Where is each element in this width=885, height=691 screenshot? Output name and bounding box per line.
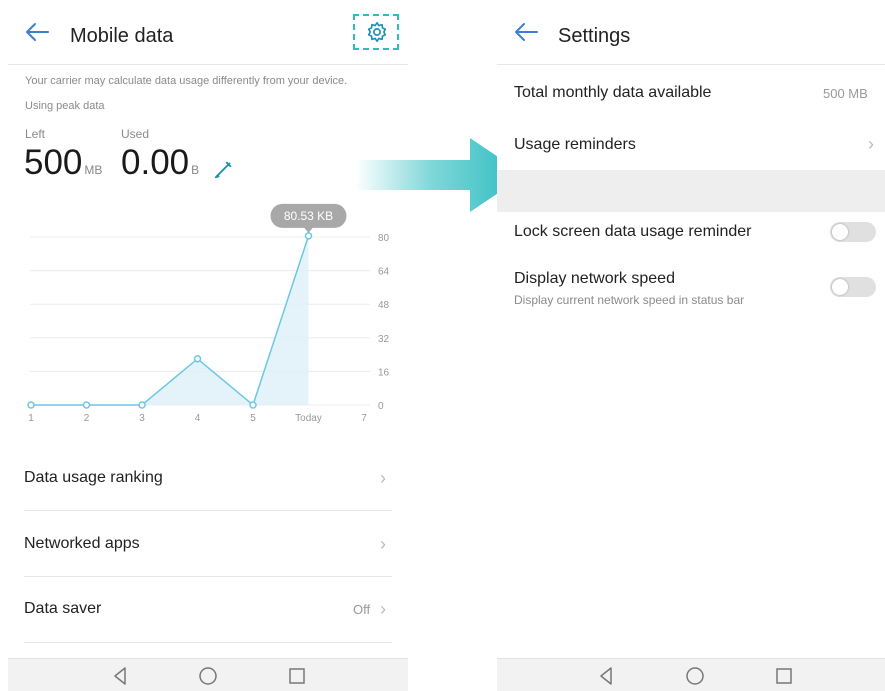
tooltip-label: 80.53 KB [284, 209, 333, 223]
nav-home-icon[interactable] [683, 666, 707, 686]
y-tick-label: 16 [378, 367, 390, 378]
data-point [193, 355, 202, 363]
network-speed-description: Display current network speed in status … [514, 293, 745, 307]
y-tick-label: 0 [378, 401, 384, 412]
x-tick-label: Today [295, 413, 322, 424]
divider [24, 642, 392, 643]
menu-label: Data usage ranking [24, 469, 163, 486]
nav-back-icon[interactable] [594, 666, 618, 686]
nav-back-icon[interactable] [108, 666, 132, 686]
nav-bar [497, 658, 885, 691]
total-monthly-label: Total monthly data available [514, 84, 712, 101]
x-tick-label: 3 [139, 413, 145, 424]
used-amount: 0.00 B [121, 143, 199, 183]
network-speed-label: Display network speed [514, 270, 675, 287]
menu-row-networked-apps[interactable]: Networked apps › [8, 518, 408, 574]
chevron-right-icon: › [380, 468, 386, 488]
usage-reminders-label: Usage reminders [514, 136, 636, 153]
used-label: Used [121, 127, 150, 141]
nav-home-icon[interactable] [196, 666, 220, 686]
data-point [82, 401, 91, 409]
back-arrow-icon[interactable] [24, 22, 50, 42]
menu-row-data-usage-ranking[interactable]: Data usage ranking › [8, 452, 408, 508]
data-point [249, 401, 257, 409]
left-label: Left [25, 127, 46, 141]
data-point [138, 401, 146, 409]
toggle-knob [832, 279, 848, 295]
left-value: 500 [24, 143, 83, 182]
used-value: 0.00 [121, 143, 190, 182]
chevron-right-icon: › [380, 599, 386, 619]
pencil-icon[interactable] [213, 158, 235, 180]
x-tick-label: 1 [28, 413, 34, 424]
used-unit: B [191, 163, 200, 177]
mobile-data-screen: Mobile data Your carrier may calculate d… [8, 0, 408, 691]
network-speed-row[interactable]: Display network speed Display current ne… [497, 262, 885, 314]
chevron-right-icon: › [868, 134, 874, 154]
x-tick-label: 2 [84, 413, 90, 424]
settings-button[interactable] [353, 14, 399, 50]
usage-area [31, 235, 309, 405]
settings-screen: Settings Total monthly data available 50… [497, 0, 885, 691]
nav-recent-icon[interactable] [285, 666, 309, 686]
usage-reminders-row[interactable]: Usage reminders › [497, 118, 885, 170]
header-divider [497, 64, 885, 65]
lock-screen-reminder-label: Lock screen data usage reminder [514, 223, 752, 240]
page-title: Settings [558, 25, 631, 47]
x-tick-label: 5 [250, 413, 256, 424]
data-point [304, 232, 313, 240]
x-tick-label: 7 [361, 413, 367, 424]
data-point [27, 401, 35, 409]
section-separator [497, 170, 885, 212]
x-tick-label: 4 [195, 413, 201, 424]
header: Settings [497, 0, 885, 64]
y-tick-label: 80 [378, 233, 390, 244]
nav-bar [8, 658, 408, 691]
total-monthly-value: 500 MB [823, 86, 868, 101]
divider [24, 576, 392, 577]
nav-recent-icon[interactable] [772, 666, 796, 686]
lock-screen-reminder-toggle[interactable] [830, 222, 876, 242]
carrier-note: Your carrier may calculate data usage di… [25, 75, 348, 87]
tooltip-pointer [303, 226, 314, 233]
left-amount: 500 MB [24, 143, 102, 183]
usage-chart: 0 16 32 48 64 80 1 2 3 4 5 Today 7 80.53 KB [27, 203, 390, 424]
lock-screen-reminder-row[interactable]: Lock screen data usage reminder [497, 212, 885, 252]
menu-label: Networked apps [24, 535, 140, 552]
page-title: Mobile data [70, 25, 174, 47]
header-divider [8, 64, 408, 65]
network-speed-toggle[interactable] [830, 277, 876, 297]
total-monthly-data-row[interactable]: Total monthly data available 500 MB [497, 66, 885, 118]
divider [24, 510, 392, 511]
menu-label: Data saver [24, 600, 102, 617]
chevron-right-icon: › [380, 534, 386, 554]
header: Mobile data [8, 0, 408, 64]
back-arrow-icon[interactable] [513, 22, 539, 42]
toggle-knob [832, 224, 848, 240]
gear-icon [367, 22, 387, 42]
menu-row-data-saver[interactable]: Data saver Off › [8, 583, 408, 639]
y-tick-label: 48 [378, 300, 390, 311]
data-saver-status: Off [353, 602, 371, 617]
left-unit: MB [84, 163, 103, 177]
peak-note: Using peak data [25, 100, 105, 112]
y-tick-label: 32 [378, 334, 390, 345]
y-tick-label: 64 [378, 267, 390, 278]
